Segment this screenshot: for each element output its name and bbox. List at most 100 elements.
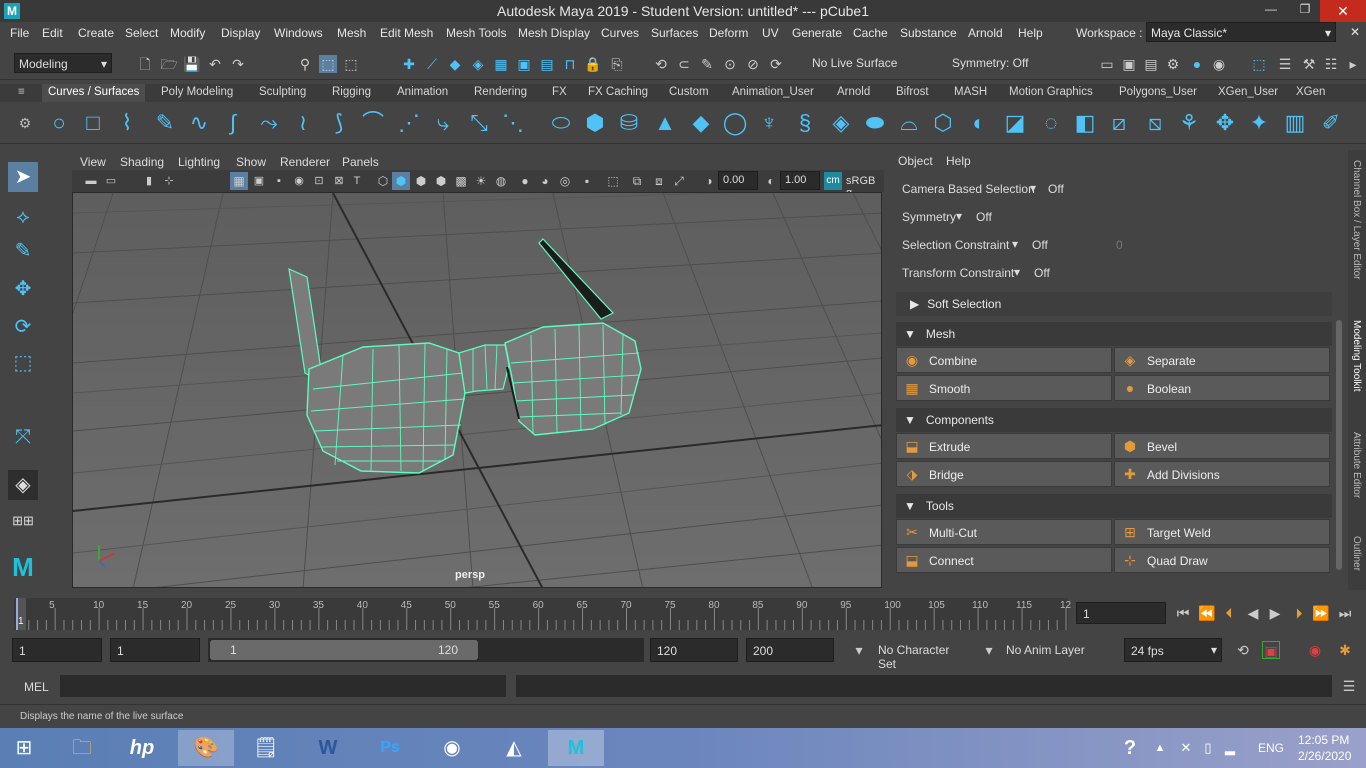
animation-end-field[interactable]: 200 <box>746 638 834 662</box>
playback-end-field[interactable]: 120 <box>650 638 738 662</box>
play-forwards-icon[interactable]: ▶ <box>1266 604 1284 622</box>
ipr-icon[interactable]: ▤ <box>538 55 556 73</box>
separate-button[interactable]: ◈ Separate <box>1114 347 1330 373</box>
toolkit-menu-object[interactable]: Object <box>898 154 933 168</box>
viewport-menu-shading[interactable]: Shading <box>120 155 164 169</box>
bridge-button[interactable]: ⬗ Bridge <box>896 461 1112 487</box>
four-view-layout-icon[interactable]: ⊞⊞ <box>8 506 38 536</box>
offset-curve-icon[interactable]: ⤷ <box>430 110 456 136</box>
menu-help[interactable]: Help <box>1018 26 1043 40</box>
construction-history-icon[interactable]: ⟲ <box>652 55 670 73</box>
paint-select-icon[interactable]: ✎ <box>698 55 716 73</box>
sculpt-geometry-icon[interactable]: ✐ <box>1318 110 1344 136</box>
image-plane-icon[interactable]: ⊹ <box>160 172 178 190</box>
tray-network-icon[interactable]: ✕ <box>1176 730 1196 766</box>
ep-curve-icon[interactable]: ∿ <box>186 110 212 136</box>
menu-uv[interactable]: UV <box>762 26 779 40</box>
tweak-icon[interactable]: ⊘ <box>744 55 762 73</box>
viewport-menu-lighting[interactable]: Lighting <box>178 155 220 169</box>
minimize-button[interactable]: — <box>1256 2 1286 20</box>
shelf-tab-rendering[interactable]: Rendering <box>474 86 527 98</box>
show-manipulator-icon[interactable]: ⤧ <box>8 422 38 452</box>
move-tool-icon[interactable]: ✥ <box>8 274 38 304</box>
nurbs-cone-icon[interactable]: ▲ <box>652 110 678 136</box>
chevron-down-icon[interactable]: ▾ <box>980 641 998 659</box>
combine-button[interactable]: ◉ Combine <box>896 347 1112 373</box>
single-perspective-layout-icon[interactable]: ◈ <box>8 470 38 500</box>
shelf-tab-animation[interactable]: Animation <box>397 86 448 98</box>
nurbs-cylinder-icon[interactable]: ⛁ <box>616 110 642 136</box>
open-scene-icon[interactable]: 🗁 <box>160 55 178 73</box>
field-chart-icon[interactable]: ⊡ <box>310 172 328 190</box>
menu-create[interactable]: Create <box>78 26 114 40</box>
select-tool-icon[interactable]: ➤ <box>8 162 38 192</box>
bezier-curve-icon[interactable]: ∫ <box>220 110 246 136</box>
playback-start-field[interactable]: 1 <box>110 638 200 662</box>
save-scene-icon[interactable]: 💾 <box>183 55 201 73</box>
go-to-end-icon[interactable]: ⏭ <box>1336 604 1354 622</box>
shelf-tab-fx[interactable]: FX <box>552 86 567 98</box>
menu-display[interactable]: Display <box>221 26 260 40</box>
time-slider[interactable]: 1 5 10 15 20 25 30 35 40 45 50 55 60 65 70 75 80 85 90 95 1… <box>0 596 1366 632</box>
workspace-dropdown[interactable]: Maya Classic* ▾ <box>1146 22 1336 42</box>
step-forward-frame-icon[interactable]: ⏵ <box>1290 604 1308 622</box>
snap-point-icon[interactable]: ◆ <box>446 55 464 73</box>
reverse-curve-icon[interactable]: ⤡ <box>466 110 492 136</box>
attribute-editor-icon[interactable]: ☰ <box>1276 55 1294 73</box>
toggle-panel-icon[interactable]: ▸ <box>1344 55 1362 73</box>
close-button[interactable]: ✕ <box>1320 0 1366 22</box>
nurbs-cube-icon[interactable]: ⬢ <box>582 110 608 136</box>
mode-dropdown[interactable]: Modeling ▾ <box>14 53 112 73</box>
chevron-down-icon[interactable]: ▾ <box>1012 237 1018 251</box>
nurbs-torus-icon[interactable]: ◯ <box>722 110 748 136</box>
shelf-settings-icon[interactable]: ⚙ <box>12 110 38 136</box>
detach-surface-icon[interactable]: ✥ <box>1212 110 1238 136</box>
gate-mask-icon[interactable]: ◉ <box>290 172 308 190</box>
chrome-icon[interactable]: ◉ <box>430 730 474 766</box>
modeling-toolkit-icon[interactable]: ⬚ <box>1250 55 1268 73</box>
photoshop-icon[interactable]: Ps <box>368 730 412 766</box>
snap-magnet-icon[interactable]: ⊓ <box>561 55 579 73</box>
exposure-field[interactable]: 0.00 <box>718 171 758 190</box>
hp-icon[interactable]: hp <box>120 730 164 766</box>
maximize-button[interactable]: ❐ <box>1290 2 1320 20</box>
reflection-icon[interactable]: ⟳ <box>767 55 785 73</box>
use-all-lights-icon[interactable]: ▩ <box>452 172 470 190</box>
playback-preferences-icon[interactable]: ✱ <box>1336 641 1354 659</box>
tool-settings-icon[interactable]: ⚒ <box>1300 55 1318 73</box>
viewport-scene[interactable] <box>73 193 882 588</box>
shelf-tab-mash[interactable]: MASH <box>954 86 987 98</box>
help-icon[interactable]: ? <box>1108 730 1152 766</box>
extend-curve-icon[interactable]: ⋰ <box>396 110 422 136</box>
chevron-down-icon[interactable]: ▾ <box>1014 265 1020 279</box>
file-explorer-icon[interactable]: 🗀 <box>60 730 104 766</box>
shelf-tab-sculpting[interactable]: Sculpting <box>259 86 306 98</box>
snap-view-icon[interactable]: ◈ <box>469 55 487 73</box>
depth-of-field-icon[interactable]: ◎ <box>556 172 574 190</box>
nurbs-circle-icon[interactable]: ○ <box>46 110 72 136</box>
shadows-icon[interactable]: ☀ <box>472 172 490 190</box>
resolution-gate-icon[interactable]: ▪ <box>270 172 288 190</box>
wireframe-icon[interactable]: ⬡ <box>374 172 392 190</box>
paint-icon[interactable]: 🎨 <box>178 730 234 766</box>
detach-curve-icon[interactable]: ⟆ <box>326 110 352 136</box>
gamma-field[interactable]: 1.00 <box>780 171 820 190</box>
camera-attributes-icon[interactable]: ▭ <box>102 172 120 190</box>
perspective-viewport[interactable]: persp <box>72 192 882 588</box>
menu-deform[interactable]: Deform <box>709 26 748 40</box>
chevron-down-icon[interactable]: ▾ <box>1030 181 1036 195</box>
select-object-icon[interactable]: ⬚ <box>319 55 337 73</box>
clock-time[interactable]: 12:05 PM <box>1298 733 1349 747</box>
script-editor-icon[interactable]: ☰ <box>1340 677 1358 695</box>
paint-select-tool-icon[interactable]: ✎ <box>8 236 38 266</box>
chevron-down-icon[interactable]: ▾ <box>956 209 962 223</box>
shelf-tab-motion-graphics[interactable]: Motion Graphics <box>1009 86 1093 98</box>
revolve-icon[interactable]: ♆ <box>756 110 782 136</box>
shelf-tab-xgen-user[interactable]: XGen_User <box>1218 86 1278 98</box>
toolkit-scrollbar[interactable] <box>1336 320 1342 570</box>
smooth-button[interactable]: ▦ Smooth <box>896 375 1112 401</box>
bevel-plus-icon[interactable]: ⬡ <box>930 110 956 136</box>
menu-modify[interactable]: Modify <box>170 26 205 40</box>
loop-icon[interactable]: ⟲ <box>1234 641 1252 659</box>
menu-close-icon[interactable]: ✕ <box>1350 25 1360 39</box>
